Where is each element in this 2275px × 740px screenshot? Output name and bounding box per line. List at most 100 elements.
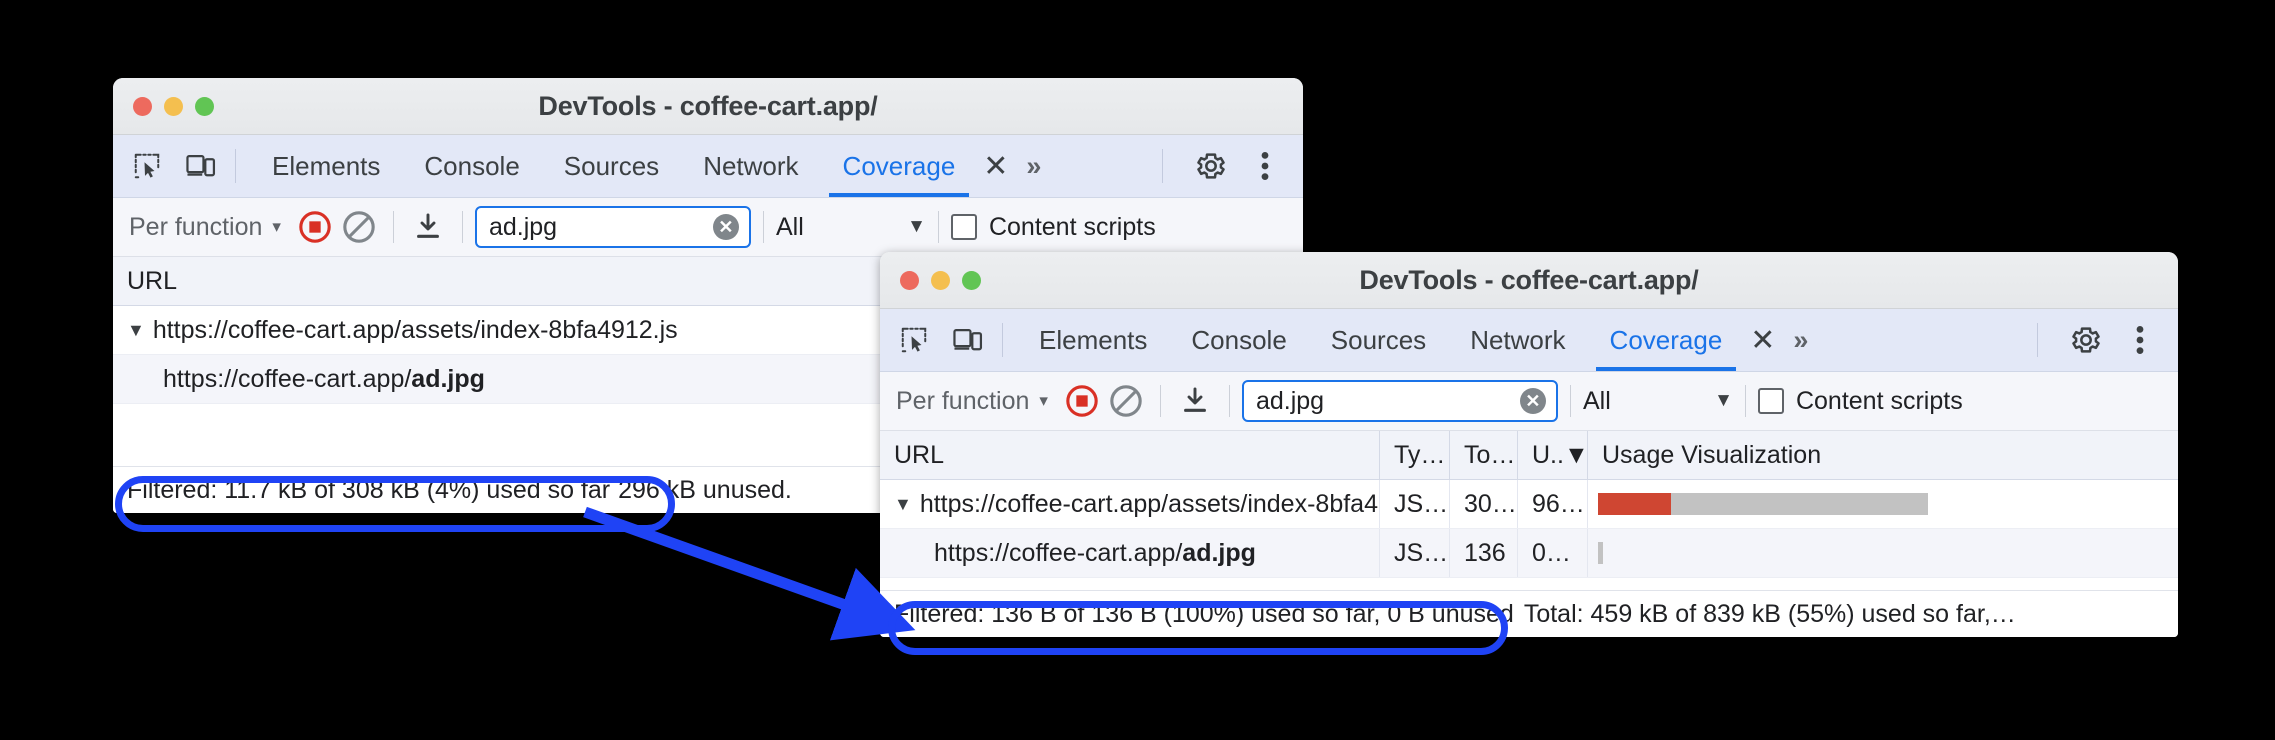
minimize-dot[interactable] — [931, 270, 950, 290]
toolbar-divider-2 — [1228, 385, 1230, 417]
granularity-select[interactable]: Per function ▾ — [880, 387, 1060, 416]
url-text: https://coffee-cart.app/ — [934, 538, 1183, 567]
close-icon[interactable]: ✕ — [1744, 309, 1781, 371]
tabbar-right-divider — [2037, 323, 2038, 357]
column-header-url[interactable]: URL — [880, 431, 1380, 479]
download-icon[interactable] — [1173, 379, 1217, 423]
record-stop-icon[interactable] — [293, 205, 337, 249]
tab-console[interactable]: Console — [1169, 309, 1308, 371]
content-scripts-checkbox[interactable]: Content scripts — [950, 212, 1156, 242]
url-filename: ad.jpg — [411, 364, 485, 393]
disclosure-triangle-icon[interactable]: ▼ — [894, 494, 912, 515]
tab-sources[interactable]: Sources — [542, 135, 681, 197]
cell-usage-visualization — [1588, 529, 2178, 577]
table-row[interactable]: ▼ https://coffee-cart.app/assets/index-8… — [880, 480, 2178, 529]
toolbar-divider-3 — [762, 211, 764, 243]
table-row[interactable]: https://coffee-cart.app/ad.jpg JS… 136 0… — [880, 529, 2178, 578]
coverage-table[interactable]: URL Ty… To… U..▼ Usage Visualization ▼ h… — [880, 431, 2178, 578]
kebab-menu-icon[interactable] — [2120, 320, 2160, 360]
close-dot[interactable] — [900, 270, 919, 290]
type-filter-select[interactable]: All ▼ — [776, 213, 926, 242]
column-header-type[interactable]: Ty… — [1380, 431, 1450, 479]
devtools-window-front[interactable]: DevTools - coffee-cart.app/ Elements Con… — [880, 252, 2178, 637]
tab-sources[interactable]: Sources — [1309, 309, 1448, 371]
device-toolbar-icon[interactable] — [181, 146, 221, 186]
cell-type: JS… — [1380, 480, 1450, 528]
window-title: DevTools - coffee-cart.app/ — [538, 90, 878, 121]
close-icon[interactable]: ✕ — [977, 135, 1014, 197]
download-icon[interactable] — [406, 205, 450, 249]
content-scripts-label: Content scripts — [988, 212, 1156, 241]
inspect-element-icon[interactable] — [127, 146, 167, 186]
url-text: https://coffee-cart.app/ — [163, 364, 412, 393]
coverage-statusbar: Filtered: 136 B of 136 B (100%) used so … — [880, 590, 2178, 637]
coverage-toolbar[interactable]: Per function ▾ ad.jpg ✕ All ▼ Content sc… — [113, 198, 1303, 257]
tab-network[interactable]: Network — [681, 135, 820, 197]
zoom-dot[interactable] — [962, 270, 981, 290]
zoom-dot[interactable] — [195, 96, 214, 116]
chevron-down-icon: ▾ — [272, 217, 281, 236]
url-filename: ad.jpg — [1182, 538, 1256, 567]
granularity-label: Per function — [129, 212, 263, 241]
chevron-down-icon: ▼ — [1714, 390, 1733, 411]
clear-icon[interactable] — [1104, 379, 1148, 423]
window-titlebar: DevTools - coffee-cart.app/ — [113, 78, 1303, 135]
traffic-lights[interactable] — [113, 96, 214, 116]
usage-bar-unused — [1598, 542, 1603, 564]
content-scripts-label: Content scripts — [1795, 386, 1963, 415]
column-header-unused-bytes[interactable]: U..▼ — [1518, 431, 1588, 479]
column-header-total-bytes[interactable]: To… — [1450, 431, 1518, 479]
more-tabs-icon[interactable]: » — [1781, 309, 1820, 371]
granularity-select[interactable]: Per function ▾ — [113, 213, 293, 242]
tab-console[interactable]: Console — [402, 135, 541, 197]
usage-bar-used — [1598, 493, 1671, 515]
clear-filter-icon[interactable]: ✕ — [1519, 388, 1546, 414]
close-dot[interactable] — [133, 96, 152, 116]
record-stop-icon[interactable] — [1060, 379, 1104, 423]
window-title: DevTools - coffee-cart.app/ — [1359, 264, 1699, 295]
table-header: URL Ty… To… U..▼ Usage Visualization — [880, 431, 2178, 480]
devtools-tabbar[interactable]: Elements Console Sources Network Coverag… — [880, 309, 2178, 372]
tabbar-divider — [235, 149, 236, 183]
coverage-toolbar[interactable]: Per function ▾ ad.jpg ✕ All ▼ Content sc… — [880, 372, 2178, 431]
checkbox-box[interactable] — [1757, 388, 1784, 414]
cell-type: JS… — [1380, 529, 1450, 577]
gear-icon[interactable] — [1191, 146, 1231, 186]
toolbar-divider-4 — [1744, 385, 1746, 417]
usage-bar-wrap — [1588, 529, 2178, 577]
kebab-menu-icon[interactable] — [1245, 146, 1285, 186]
column-header-usage-visualization[interactable]: Usage Visualization — [1588, 431, 2178, 479]
cell-total-bytes: 136 — [1450, 529, 1518, 577]
filter-input[interactable]: ad.jpg ✕ — [1241, 380, 1558, 422]
traffic-lights[interactable] — [880, 270, 981, 290]
status-filtered: Filtered: 136 B of 136 B (100%) used so … — [894, 599, 1514, 628]
cell-usage-visualization — [1588, 480, 2178, 528]
toolbar-divider-1 — [1159, 385, 1161, 417]
type-filter-value: All — [1582, 386, 1611, 415]
devtools-tabbar[interactable]: Elements Console Sources Network Coverag… — [113, 135, 1303, 198]
device-toolbar-icon[interactable] — [948, 320, 988, 360]
filter-value: ad.jpg — [488, 212, 558, 241]
cell-unused-bytes: 96… — [1518, 480, 1588, 528]
filter-input[interactable]: ad.jpg ✕ — [474, 206, 751, 248]
checkbox-box[interactable] — [950, 214, 977, 240]
tab-elements[interactable]: Elements — [250, 135, 402, 197]
status-filtered: Filtered: 11.7 kB of 308 kB (4%) used so… — [127, 475, 611, 504]
tab-elements[interactable]: Elements — [1017, 309, 1169, 371]
clear-filter-icon[interactable]: ✕ — [712, 214, 739, 240]
status-tail: 296 kB unused. — [618, 475, 792, 504]
more-tabs-icon[interactable]: » — [1014, 135, 1053, 197]
status-total: Total: 459 kB of 839 kB (55%) used so fa… — [1523, 599, 2016, 628]
type-filter-select[interactable]: All ▼ — [1583, 387, 1733, 416]
tabbar-right-divider — [1162, 149, 1163, 183]
disclosure-triangle-icon[interactable]: ▼ — [127, 320, 145, 341]
tab-network[interactable]: Network — [1448, 309, 1587, 371]
clear-icon[interactable] — [337, 205, 381, 249]
tab-coverage[interactable]: Coverage — [821, 135, 978, 197]
usage-bar-wrap — [1588, 480, 2178, 528]
content-scripts-checkbox[interactable]: Content scripts — [1757, 386, 1963, 416]
minimize-dot[interactable] — [164, 96, 183, 116]
gear-icon[interactable] — [2066, 320, 2106, 360]
tab-coverage[interactable]: Coverage — [1588, 309, 1745, 371]
inspect-element-icon[interactable] — [894, 320, 934, 360]
